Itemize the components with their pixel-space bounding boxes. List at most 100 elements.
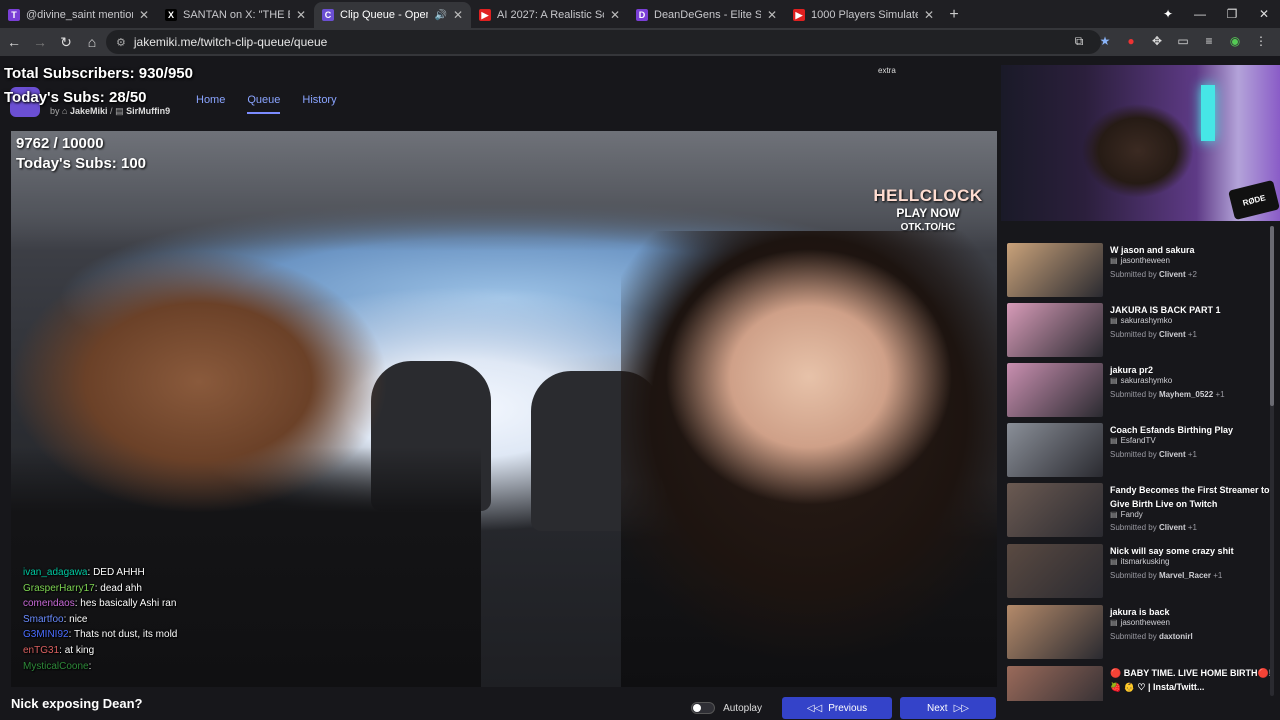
queue-thumbnail[interactable] xyxy=(1007,605,1103,659)
queue-item[interactable]: Nick will say some crazy shit ▤ itsmarkusk… xyxy=(1007,544,1273,601)
person-right xyxy=(621,231,997,687)
chat-username: comendaos xyxy=(23,598,75,610)
queue-item[interactable]: JAKURA IS BACK PART 1 ▤ sakurashymko Submit… xyxy=(1007,303,1273,360)
queue-channel: ▤ EsfandTV xyxy=(1110,436,1156,445)
queue-thumbnail[interactable] xyxy=(1007,363,1103,417)
twitch-channel-icon: ▤ xyxy=(1110,376,1118,385)
queue-item[interactable]: Fandy Becomes the First Streamer to Give… xyxy=(1007,483,1273,540)
back-button[interactable]: ← xyxy=(2,30,26,54)
chat-username: Smartfoo xyxy=(23,613,64,625)
queue-channel: ▤ Fandy xyxy=(1110,510,1143,519)
webcam-overlay: RØDE xyxy=(1001,65,1280,221)
extensions-icon[interactable]: ✥ xyxy=(1148,32,1166,50)
extension-red-icon[interactable]: ● xyxy=(1122,32,1140,50)
home-button[interactable]: ⌂ xyxy=(80,30,104,54)
tab-close-icon[interactable]: ✕ xyxy=(296,8,306,22)
menu-icon[interactable]: ⋮ xyxy=(1252,32,1270,50)
chat-separator: : xyxy=(88,660,92,672)
tab-favicon-icon: D xyxy=(636,9,648,21)
profile-avatar-icon[interactable]: ◉ xyxy=(1226,32,1244,50)
queue-item[interactable]: jakura is back ▤ jasontheween Submitted by … xyxy=(1007,605,1273,662)
minimize-button[interactable]: — xyxy=(1184,7,1216,21)
tab-favicon-icon: X xyxy=(165,9,177,21)
queue-thumbnail[interactable] xyxy=(1007,243,1103,297)
previous-icon: ◁◁ xyxy=(806,702,823,714)
chat-message: G3MINI92: Thats not dust, its mold xyxy=(23,627,263,643)
queue-submitter: Submitted by Clivent +1 xyxy=(1110,450,1197,459)
browser-tab[interactable]: T @divine_saint mentioned y ✕ xyxy=(0,2,157,28)
total-subs-text: Total Subscribers: 930/950 xyxy=(4,65,193,82)
previous-button[interactable]: ◁◁ Previous xyxy=(782,697,892,719)
queue-channel: ▤ sakurashymko xyxy=(1110,316,1173,325)
tab-title: 1000 Players Simulate Civilizatio xyxy=(811,9,918,21)
clip-video-player[interactable]: 9762 / 10000 Today's Subs: 100 HELLCLOCK… xyxy=(11,131,997,687)
tab-close-icon[interactable]: ✕ xyxy=(453,8,463,22)
browser-tab[interactable]: ▶ 1000 Players Simulate Civilizatio ✕ xyxy=(785,2,942,28)
subscriber-overlay: Total Subscribers: 930/950 Today's Subs:… xyxy=(4,62,193,110)
site-info-icon[interactable]: ⚙ xyxy=(116,36,126,49)
chat-text: dead ahh xyxy=(100,582,142,594)
twitch-channel-icon: ▤ xyxy=(1110,618,1118,627)
queue-item[interactable]: W jason and sakura ▤ jasontheween Submitted… xyxy=(1007,243,1273,300)
microphone: RØDE xyxy=(1228,179,1280,221)
next-button[interactable]: Next ▷▷ xyxy=(900,697,996,719)
queue-title: JAKURA IS BACK PART 1 xyxy=(1110,305,1221,315)
queue-title: Coach Esfands Birthing Play xyxy=(1110,425,1234,435)
queue-thumbnail[interactable] xyxy=(1007,483,1103,537)
twitch-channel-icon: ▤ xyxy=(1110,316,1118,325)
clip-queue-list: W jason and sakura ▤ jasontheween Submitted… xyxy=(1007,221,1273,701)
nav-queue[interactable]: Queue xyxy=(247,94,281,114)
autoplay-toggle[interactable] xyxy=(691,702,716,714)
tab-bar: T @divine_saint mentioned y ✕ X SANTAN on X:… xyxy=(0,0,1280,28)
window-controls: ✦ — ❐ ✕ xyxy=(1152,0,1280,28)
new-tab-button[interactable]: + xyxy=(942,2,966,28)
queue-submitter: Submitted by daxtonirl xyxy=(1110,632,1193,641)
tab-audio-icon[interactable]: 🔊 xyxy=(434,10,446,21)
twitch-channel-icon: ▤ xyxy=(1110,557,1118,566)
maximize-button[interactable]: ❐ xyxy=(1216,7,1248,21)
reload-button[interactable]: ↻ xyxy=(54,30,78,54)
close-window-button[interactable]: ✕ xyxy=(1248,7,1280,21)
queue-submitter: Submitted by Mayhem_0522 +1 xyxy=(1110,390,1225,399)
today-subs-text: Today's Subs: 28/50 xyxy=(4,89,147,106)
browser-tab[interactable]: C Clip Queue - Open 🔊 ✕ xyxy=(314,2,471,28)
ai-icon[interactable]: ✦ xyxy=(1152,7,1184,21)
queue-thumbnail[interactable] xyxy=(1007,423,1103,477)
chat-text: at king xyxy=(64,644,95,656)
video-sub-counter: 9762 / 10000 Today's Subs: 100 xyxy=(16,135,146,172)
queue-item[interactable]: jakura pr2 ▤ sakurashymko Submitted by Mayh… xyxy=(1007,363,1273,420)
queue-title: jakura pr2 xyxy=(1110,365,1154,375)
queue-thumbnail[interactable] xyxy=(1007,666,1103,701)
cast-icon[interactable]: ▭ xyxy=(1174,32,1192,50)
tab-close-icon[interactable]: ✕ xyxy=(924,8,934,22)
browser-tab[interactable]: ▶ AI 2027: A Realistic Scenario of ✕ xyxy=(471,2,628,28)
nav-history[interactable]: History xyxy=(302,94,336,114)
tab-close-icon[interactable]: ✕ xyxy=(610,8,620,22)
install-app-icon[interactable]: ⧉ xyxy=(1070,32,1088,50)
chat-username: ivan_adagawa xyxy=(23,567,88,578)
queue-thumbnail[interactable] xyxy=(1007,303,1103,357)
browser-tab[interactable]: X SANTAN on X: "THE BOY WHO ✕ xyxy=(157,2,314,28)
queue-item[interactable]: Coach Esfands Birthing Play ▤ EsfandTV Subm… xyxy=(1007,423,1273,480)
chat-overlay: ivan_adagawa: DED AHHH GrasperHarry17: de… xyxy=(23,565,263,674)
chat-text: Thats not dust, its mold xyxy=(73,629,178,641)
forward-button[interactable]: → xyxy=(28,30,52,54)
media-control-icon[interactable]: ≡ xyxy=(1200,32,1218,50)
queue-scrollbar[interactable] xyxy=(1270,226,1274,696)
queue-item[interactable]: 🔴 BABY TIME. LIVE HOME BIRTH🔴! 🍓 👶 ♡ | I… xyxy=(1007,666,1273,701)
browser-tab[interactable]: D DeanDeGens - Elite Shuffle.com ✕ xyxy=(628,2,785,28)
queue-submitter: Submitted by Clivent +1 xyxy=(1110,523,1197,532)
chat-message: GrasperHarry17: dead ahh xyxy=(23,581,263,597)
queue-thumbnail[interactable] xyxy=(1007,544,1103,598)
player-controls: Autoplay ◁◁ Previous Next ▷▷ xyxy=(691,697,996,719)
bookmark-star-icon[interactable]: ★ xyxy=(1096,32,1114,50)
chat-username: G3MINI92 xyxy=(23,629,69,641)
chat-text: nice xyxy=(69,613,88,625)
nav-home[interactable]: Home xyxy=(196,94,225,114)
address-bar[interactable]: ⚙ jakemiki.me/twitch-clip-queue/queue xyxy=(106,30,1101,54)
twitch-channel-icon: ▤ xyxy=(1110,436,1118,445)
tab-title: @divine_saint mentioned y xyxy=(26,9,133,21)
tab-close-icon[interactable]: ✕ xyxy=(139,8,149,22)
tab-close-icon[interactable]: ✕ xyxy=(767,8,777,22)
url-text: jakemiki.me/twitch-clip-queue/queue xyxy=(133,35,328,49)
